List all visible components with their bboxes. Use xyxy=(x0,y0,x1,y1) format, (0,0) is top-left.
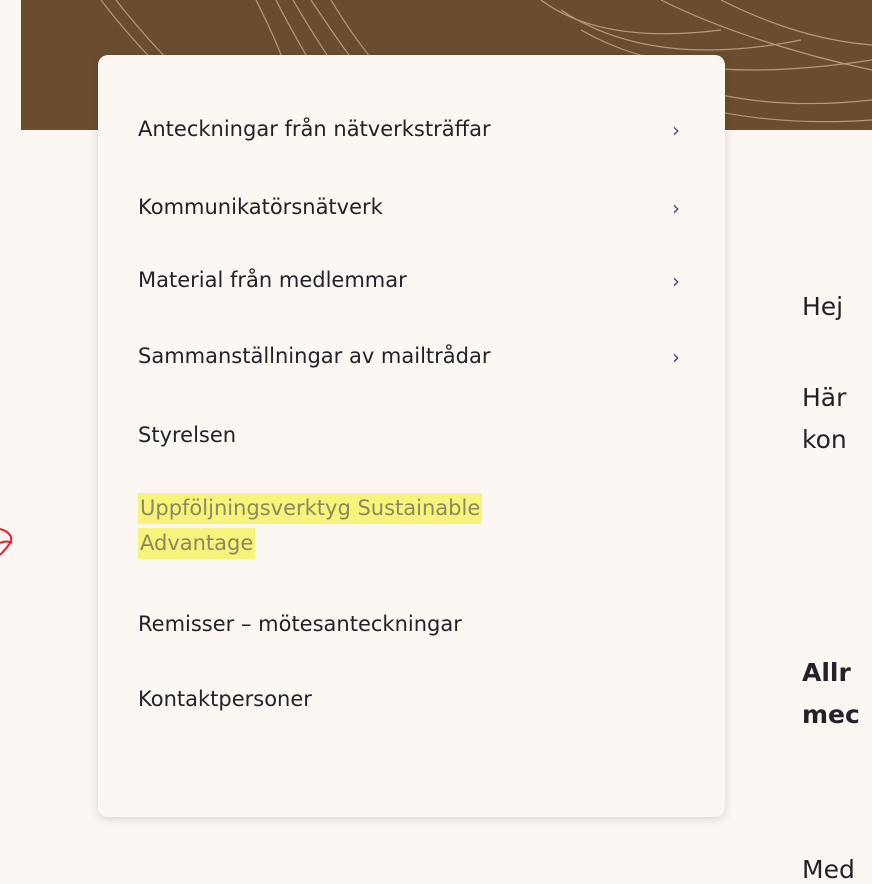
chevron-right-icon[interactable]: › xyxy=(672,342,680,372)
menu-item-styrelsen[interactable]: Styrelsen xyxy=(138,420,698,450)
menu-item-label: Remisser – mötesanteckningar xyxy=(138,612,462,636)
menu-item-label: Sammanställningar av mailtrådar xyxy=(138,344,491,368)
menu-item-kommunikatorsnatverk[interactable]: Kommunikatörsnätverk › xyxy=(138,192,698,222)
menu-item-anteckningar[interactable]: Anteckningar från nätverksträffar › xyxy=(138,114,698,144)
dropdown-menu: Anteckningar från nätverksträffar › Komm… xyxy=(98,55,725,817)
body-text-line: Med xyxy=(802,855,855,884)
body-text-line: kon xyxy=(802,425,847,454)
chevron-right-icon[interactable]: › xyxy=(672,266,680,296)
menu-item-label: Anteckningar från nätverksträffar xyxy=(138,117,491,141)
menu-item-material[interactable]: Material från medlemmar › xyxy=(138,265,698,295)
body-text-line: Här xyxy=(802,383,847,412)
menu-item-label: Advantage xyxy=(138,528,256,559)
menu-item-label: Kommunikatörsnätverk xyxy=(138,195,383,219)
menu-item-kontaktpersoner[interactable]: Kontaktpersoner xyxy=(138,684,698,714)
menu-item-label: Kontaktpersoner xyxy=(138,687,312,711)
chevron-right-icon[interactable]: › xyxy=(672,115,680,145)
annotation-mark xyxy=(0,523,20,567)
menu-item-uppfoljningsverktyg[interactable]: Uppföljningsverktyg Sustainable Advantag… xyxy=(138,493,698,559)
menu-item-remisser[interactable]: Remisser – mötesanteckningar xyxy=(138,609,698,639)
section-heading: mec xyxy=(802,700,860,729)
menu-item-sammanstallningar[interactable]: Sammanställningar av mailtrådar › xyxy=(138,341,698,371)
section-heading: Allr xyxy=(802,658,851,687)
menu-item-label: Styrelsen xyxy=(138,423,237,447)
menu-item-label: Material från medlemmar xyxy=(138,268,407,292)
body-greeting: Hej xyxy=(802,292,844,321)
menu-item-label: Uppföljningsverktyg Sustainable xyxy=(138,493,483,524)
chevron-right-icon[interactable]: › xyxy=(672,193,680,223)
